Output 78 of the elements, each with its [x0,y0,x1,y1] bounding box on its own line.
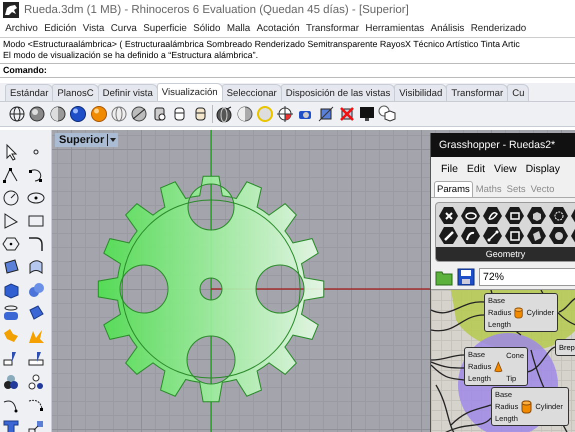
fillet-curve-icon[interactable] [27,234,45,252]
crosshair-icon[interactable] [276,105,294,123]
toolbar-tab[interactable]: Definir vista [98,84,158,101]
parameter-icon[interactable] [505,226,524,244]
dropdown-icon[interactable] [107,134,116,146]
menu-item[interactable]: Display [526,163,560,175]
parameter-icon[interactable] [439,206,458,224]
shaded-sphere-icon[interactable] [48,105,67,123]
triangle-icon[interactable] [2,212,20,230]
surface-icon[interactable] [2,258,20,276]
rendered-sphere-icon[interactable] [69,105,88,123]
toolbar-tab[interactable]: Estándar [5,84,54,101]
cone-icon [494,360,504,374]
polyline-icon[interactable] [2,166,20,184]
delete-icon[interactable] [338,105,356,123]
parameter-icon[interactable] [461,206,480,224]
parameter-icon[interactable] [483,226,502,244]
monitor-icon[interactable] [358,105,376,123]
scale-icon[interactable] [27,418,45,432]
shaded-sphere-icon[interactable] [236,105,254,123]
menu-item[interactable]: Sólido [190,22,224,34]
parameter-icon[interactable] [505,206,524,224]
zoom-field[interactable]: 72% [479,268,575,286]
spheres-icon[interactable] [27,280,45,298]
cube-icon[interactable] [378,105,396,123]
object-icon[interactable] [317,105,336,123]
menu-item[interactable]: File [441,163,458,175]
toolbar-tab[interactable]: Visibilidad [394,84,448,101]
menu-item[interactable]: Herramientas [362,22,428,34]
circles-icon[interactable] [27,372,45,390]
parameter-icon[interactable] [527,226,546,244]
window-title: Rueda.3dm (1 MB) - Rhinoceros 6 Evaluation (Quedan 45 días) - [Superior] [24,4,409,16]
toolbar-tab[interactable]: PlanosC [52,84,99,101]
hexagon-icon[interactable] [2,234,20,252]
cylinder-surface-icon[interactable] [2,304,20,322]
parameter-icon[interactable] [549,226,568,244]
circle-icon[interactable] [2,188,20,206]
menu-item[interactable]: Curva [108,22,140,34]
toolbar-tab[interactable]: Disposición de las vistas [280,84,396,101]
menu-item[interactable]: Análisis [427,22,468,34]
parameter-icon[interactable] [527,206,546,224]
menu-item[interactable]: Edición [41,22,80,34]
menu-item[interactable]: Superficie [140,22,190,34]
cylinder-icon [521,400,532,414]
text-icon[interactable] [2,418,20,432]
surface-icon[interactable] [27,258,45,276]
menu-item[interactable]: View [494,163,517,175]
command-prompt[interactable]: Comando: [0,63,575,78]
sphere-icon[interactable] [130,105,148,123]
panel-label: Geometry [436,247,575,261]
toolbar-tab[interactable]: Visualización [156,83,223,101]
toolbar-tab[interactable]: Transformar [446,84,508,101]
toolbar-tab[interactable]: Seleccionar [222,84,282,101]
wireframe-sphere-icon[interactable] [8,105,26,123]
command-history-line: Modo <Estructuraalámbrica> ( Estructuraalámbrica Sombreado Renderizado Semitransparente RayosX Técnico Artístico Tinta Artic [3,39,521,50]
menu-item[interactable]: Acotación [253,22,303,34]
shaded-sphere-icon[interactable] [28,105,46,123]
parameter-icon[interactable] [461,226,480,244]
cylinder-icon [514,306,524,320]
menu-item[interactable]: Archivo [2,22,42,34]
menu-item[interactable]: Transformar [302,22,362,34]
toolbar-tab[interactable]: Cu [507,84,530,101]
glossy-sphere-icon[interactable] [90,105,108,123]
box-icon[interactable] [2,280,20,298]
ribbon-tab[interactable]: Params [434,181,473,197]
menu-item[interactable]: Malla [224,22,254,34]
gear-drawing[interactable] [98,176,324,402]
globe-icon[interactable] [215,105,234,123]
menu-item[interactable]: Renderizado [468,22,530,34]
parameter-icon[interactable] [439,226,458,244]
command-history-line: El modo de visualización se ha definido a “Estructura alámbrica”. [3,50,260,61]
window-title: Grasshopper - Ruedas2* [431,133,575,157]
menu-item[interactable]: Edit [466,163,486,175]
circles-icon[interactable] [2,372,20,390]
parameter-icon[interactable] [483,206,502,224]
menu-item[interactable]: Vista [80,22,108,34]
parameter-icon[interactable] [549,206,568,224]
save-icon[interactable] [457,268,475,286]
